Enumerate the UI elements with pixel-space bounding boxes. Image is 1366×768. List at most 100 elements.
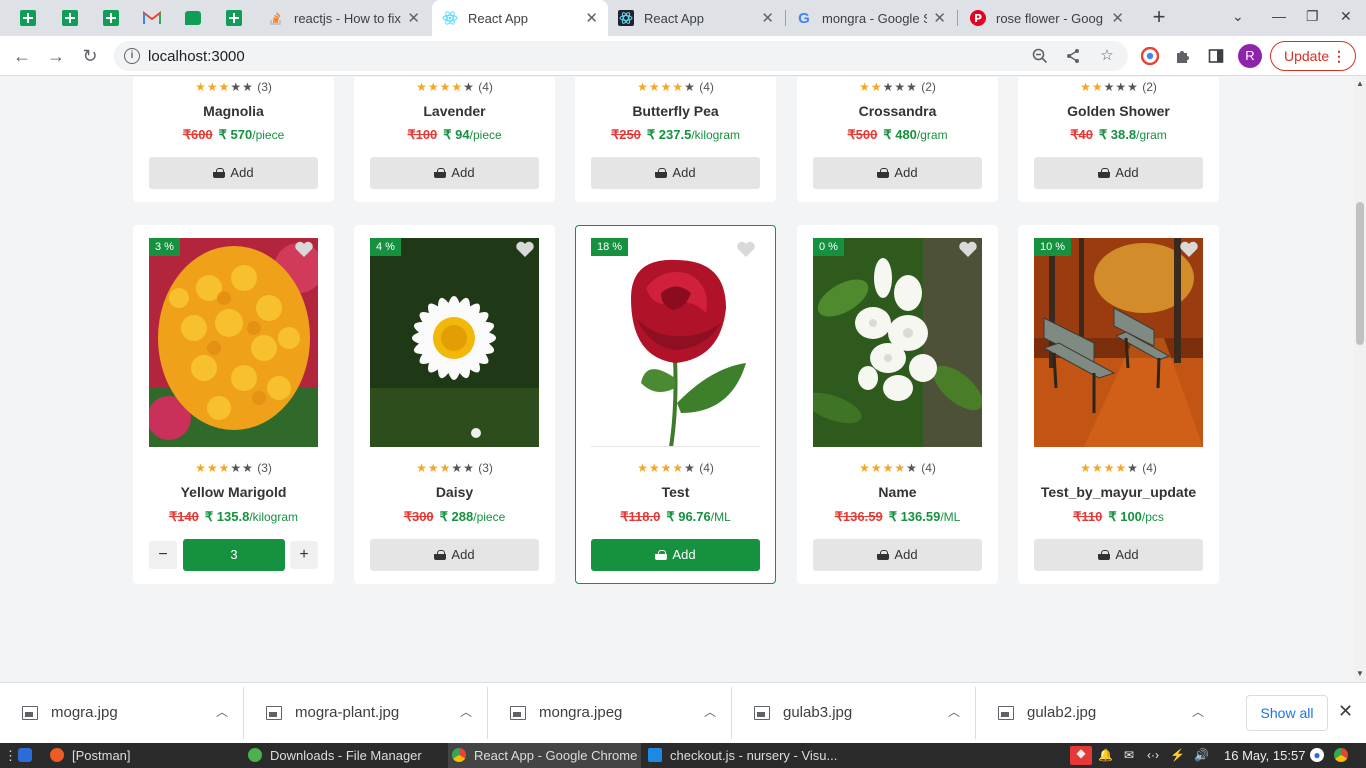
pinned-tab-gmail[interactable] [140, 6, 164, 30]
product-image-daisy[interactable]: 4 % [370, 238, 539, 447]
marigold-image [149, 238, 318, 447]
product-image-red-rose[interactable]: 18 % [591, 238, 760, 447]
close-icon[interactable]: ✕ [585, 9, 598, 27]
close-icon[interactable]: ✕ [761, 9, 774, 27]
close-icon[interactable]: ✕ [933, 9, 946, 27]
show-all-downloads-button[interactable]: Show all [1246, 695, 1328, 731]
decrease-quantity-button[interactable]: − [149, 541, 177, 569]
scroll-up-icon[interactable]: ▲ [1356, 79, 1364, 88]
discount-badge: 4 % [370, 238, 401, 256]
pinned-tab-sheets-1[interactable] [16, 6, 40, 30]
network-icon[interactable]: ‹·› [1146, 748, 1160, 762]
jasmine-image [813, 238, 982, 447]
pinned-tab-sheets-3[interactable] [99, 6, 123, 30]
whisker-menu-icon[interactable] [18, 743, 40, 768]
close-downloads-icon[interactable]: ✕ [1338, 701, 1353, 722]
download-item[interactable]: mongra.jpeg ︿ [488, 683, 732, 743]
forward-icon[interactable]: → [44, 44, 68, 68]
product-price: ₹600 ₹ 570/piece [133, 127, 334, 143]
pinned-tab-sheets-2[interactable] [58, 6, 82, 30]
tab-react-app-active[interactable]: React App ✕ [432, 0, 608, 36]
product-rating: ★★★★★ (4) [859, 461, 936, 475]
postman-icon [50, 748, 64, 762]
add-to-cart-button[interactable]: Add [591, 539, 760, 571]
basket-icon [1098, 550, 1111, 560]
git-tray-icon[interactable]: ◆ [1070, 746, 1092, 765]
download-item[interactable]: gulab2.jpg ︿ [976, 683, 1220, 743]
tab-pinterest[interactable]: P rose flower - Goog ✕ [960, 0, 1134, 36]
add-to-cart-button[interactable]: Add [591, 157, 760, 189]
add-to-cart-button[interactable]: Add [149, 157, 318, 189]
close-icon[interactable]: ✕ [407, 9, 420, 27]
taskbar-task-postman[interactable]: [Postman] [50, 743, 131, 768]
download-item[interactable]: gulab3.jpg ︿ [732, 683, 976, 743]
tab-react-app[interactable]: React App ✕ [608, 0, 784, 36]
bookmark-star-icon[interactable]: ☆ [1099, 48, 1115, 64]
taskbar-task-vscode[interactable]: checkout.js - nursery - Visu... [648, 743, 837, 768]
pinned-tab-sheets-4[interactable] [222, 6, 246, 30]
add-to-cart-button[interactable]: Add [1034, 539, 1203, 571]
product-card-golden-shower: ★★★★★ (2) Golden Shower ₹40 ₹ 38.8/gram A… [1018, 77, 1219, 202]
mail-icon[interactable]: ✉ [1122, 748, 1136, 762]
tab-search-chevron-icon[interactable]: ⌄ [1232, 8, 1244, 25]
product-card-test-by-mayur-update: 10 % ★★★★★ (4) Test_by_mayur_update ₹110… [1018, 225, 1219, 584]
volume-icon[interactable]: 🔊 [1194, 748, 1209, 762]
wishlist-heart-icon[interactable] [1179, 240, 1199, 258]
wishlist-heart-icon[interactable] [515, 240, 535, 258]
chevron-up-icon[interactable]: ︿ [948, 703, 960, 720]
price-unit: /piece [473, 510, 506, 524]
reload-icon[interactable]: ↻ [78, 44, 102, 68]
chevron-up-icon[interactable]: ︿ [704, 703, 716, 720]
tab-stackoverflow[interactable]: reactjs - How to fix ✕ [258, 0, 430, 36]
taskbar-task-file-manager[interactable]: Downloads - File Manager [248, 743, 422, 768]
update-button[interactable]: Update ⋮ [1270, 41, 1356, 71]
zoom-icon[interactable] [1032, 48, 1048, 64]
window-close-icon[interactable]: ✕ [1340, 8, 1352, 25]
download-item[interactable]: mogra.jpg ︿ [0, 683, 244, 743]
user-tray-icon[interactable]: ● [1310, 748, 1324, 762]
restore-icon[interactable]: ❐ [1306, 8, 1319, 25]
pinned-tab-chat[interactable] [181, 6, 205, 30]
increase-quantity-button[interactable]: + [290, 541, 318, 569]
scrollbar-thumb[interactable] [1356, 202, 1364, 345]
back-icon[interactable]: ← [10, 44, 34, 68]
scroll-down-icon[interactable]: ▼ [1356, 669, 1364, 678]
download-filename: gulab2.jpg [1027, 704, 1097, 721]
discounted-price: ₹ 288 [439, 509, 474, 524]
product-image-yellow-marigold[interactable]: 3 % [149, 238, 318, 447]
share-icon[interactable] [1065, 48, 1081, 64]
product-image-autumn-bench[interactable]: 10 % [1034, 238, 1203, 447]
new-tab-button[interactable]: + [1148, 6, 1170, 28]
chevron-up-icon[interactable]: ︿ [1192, 703, 1204, 720]
wishlist-heart-icon[interactable] [294, 240, 314, 258]
extensions-puzzle-icon[interactable] [1171, 44, 1195, 68]
add-to-cart-button[interactable]: Add [370, 157, 539, 189]
chrome-extension-icon[interactable] [1138, 44, 1162, 68]
more-menu-icon[interactable]: ⋮ [1332, 42, 1346, 70]
close-icon[interactable]: ✕ [1111, 9, 1124, 27]
chevron-up-icon[interactable]: ︿ [460, 703, 472, 720]
add-to-cart-button[interactable]: Add [813, 539, 982, 571]
wishlist-heart-icon[interactable] [736, 240, 756, 258]
taskbar-task-chrome[interactable]: React App - Google Chrome [448, 743, 642, 768]
add-to-cart-button[interactable]: Add [1034, 157, 1203, 189]
add-to-cart-button[interactable]: Add [813, 157, 982, 189]
wishlist-heart-icon[interactable] [958, 240, 978, 258]
download-item[interactable]: mogra-plant.jpg ︿ [244, 683, 488, 743]
download-filename: mongra.jpeg [539, 704, 623, 721]
system-clock[interactable]: 16 May, 15:57 [1224, 743, 1305, 768]
tab-google-search-mongra[interactable]: G mongra - Google S ✕ [786, 0, 956, 36]
minimize-icon[interactable]: — [1272, 8, 1286, 24]
notification-bell-icon[interactable]: 🔔 [1098, 748, 1113, 762]
product-image-white-jasmine[interactable]: 0 % [813, 238, 982, 447]
power-icon[interactable]: ⚡ [1170, 748, 1185, 762]
profile-avatar[interactable]: R [1238, 44, 1262, 68]
chevron-up-icon[interactable]: ︿ [216, 703, 228, 720]
add-to-cart-button[interactable]: Add [370, 539, 539, 571]
side-panel-icon[interactable] [1204, 44, 1228, 68]
site-info-icon[interactable]: i [124, 48, 140, 64]
discount-badge: 18 % [591, 238, 629, 256]
chrome-tray-icon[interactable] [1334, 748, 1348, 762]
address-bar[interactable]: i localhost:3000 ☆ [114, 41, 1128, 71]
page-scrollbar[interactable]: ▲ ▼ [1354, 77, 1366, 681]
